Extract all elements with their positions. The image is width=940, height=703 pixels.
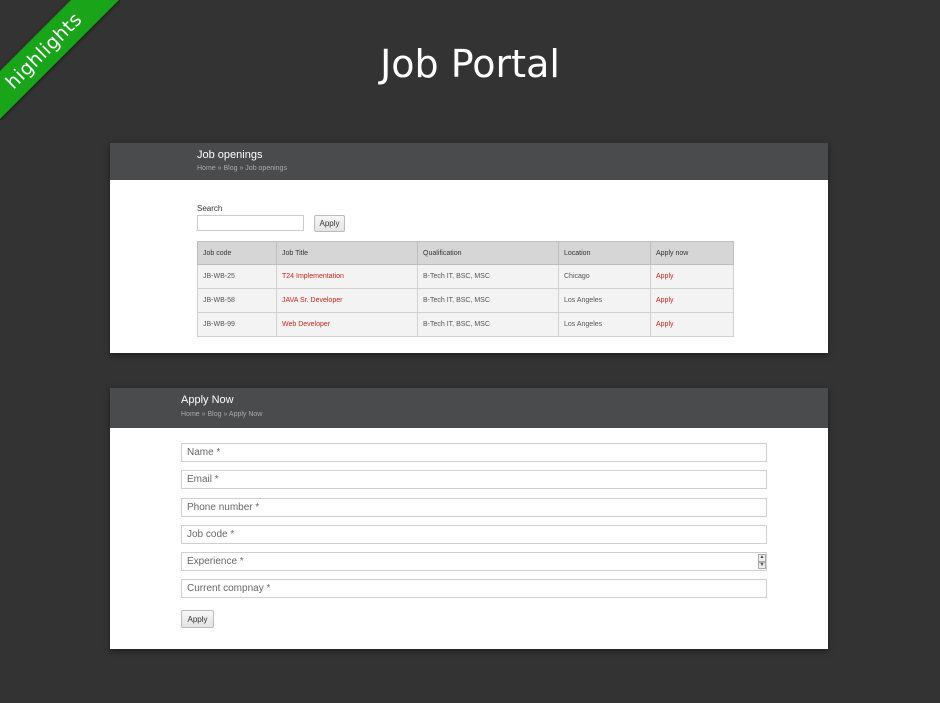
table-header-row: Job code Job Title Qualification Locatio… (197, 241, 734, 265)
breadcrumb-home[interactable]: Home (181, 411, 200, 418)
email-field[interactable]: Email * (181, 470, 767, 489)
header-job-code: Job code (197, 241, 277, 265)
apply-now-header: Apply Now Home » Blog » Apply Now (110, 388, 828, 428)
breadcrumb: Home » Blog » Apply Now (181, 411, 263, 418)
breadcrumb-blog[interactable]: Blog (223, 165, 237, 172)
stepper-up-icon[interactable]: ▲ (758, 554, 766, 562)
apply-link[interactable]: Apply (656, 273, 674, 280)
experience-placeholder: Experience * (187, 556, 244, 567)
experience-stepper[interactable]: ▲ ▼ (758, 554, 766, 569)
experience-field[interactable]: Experience * ▲ ▼ (181, 552, 767, 571)
job-code-cell: JB-WB-25 (197, 264, 277, 289)
job-title-cell: Web Developer (276, 312, 418, 337)
apply-cell: Apply (650, 312, 734, 337)
apply-link[interactable]: Apply (656, 321, 674, 328)
job-title-link[interactable]: Web Developer (282, 321, 330, 328)
header-location: Location (558, 241, 651, 265)
qualification-cell: B-Tech IT, BSC, MSC (417, 288, 559, 313)
job-title-cell: JAVA Sr. Developer (276, 288, 418, 313)
phone-field[interactable]: Phone number * (181, 498, 767, 517)
job-openings-title: Job openings (197, 149, 263, 161)
job-code-cell: JB-WB-99 (197, 312, 277, 337)
breadcrumb-home[interactable]: Home (197, 165, 216, 172)
breadcrumb-current: Apply Now (228, 411, 263, 418)
job-title-link[interactable]: JAVA Sr. Developer (282, 297, 342, 304)
job-code-field[interactable]: Job code * (181, 525, 767, 544)
job-openings-table: Job code Job Title Qualification Locatio… (197, 241, 734, 337)
search-label: Search (197, 204, 223, 213)
job-openings-card: Job openings Home » Blog » Job openings … (110, 143, 828, 353)
location-cell: Chicago (558, 264, 651, 289)
apply-submit-button[interactable]: Apply (181, 610, 214, 628)
breadcrumb: Home » Blog » Job openings (197, 165, 287, 172)
qualification-cell: B-Tech IT, BSC, MSC (417, 312, 559, 337)
header-apply-now: Apply now (650, 241, 734, 265)
job-title-cell: T24 Implementation (276, 264, 418, 289)
apply-now-card: Apply Now Home » Blog » Apply Now Name *… (110, 388, 828, 649)
stepper-down-icon[interactable]: ▼ (758, 561, 766, 569)
table-row: JB-WB-25 T24 Implementation B-Tech IT, B… (197, 264, 734, 289)
job-openings-header: Job openings Home » Blog » Job openings (110, 143, 828, 180)
apply-now-title: Apply Now (181, 394, 234, 406)
table-row: JB-WB-58 JAVA Sr. Developer B-Tech IT, B… (197, 288, 734, 313)
name-field[interactable]: Name * (181, 443, 767, 462)
breadcrumb-blog[interactable]: Blog (207, 411, 221, 418)
table-row: JB-WB-99 Web Developer B-Tech IT, BSC, M… (197, 312, 734, 337)
search-input[interactable] (197, 215, 304, 231)
job-code-cell: JB-WB-58 (197, 288, 277, 313)
qualification-cell: B-Tech IT, BSC, MSC (417, 264, 559, 289)
apply-cell: Apply (650, 288, 734, 313)
page-title: Job Portal (380, 42, 560, 86)
location-cell: Los Angeles (558, 312, 651, 337)
job-title-link[interactable]: T24 Implementation (282, 273, 344, 280)
header-qualification: Qualification (417, 241, 559, 265)
header-job-title: Job Title (276, 241, 418, 265)
location-cell: Los Angeles (558, 288, 651, 313)
apply-link[interactable]: Apply (656, 297, 674, 304)
apply-cell: Apply (650, 264, 734, 289)
current-company-field[interactable]: Current compnay * (181, 579, 767, 598)
breadcrumb-current: Job openings (245, 165, 287, 172)
search-apply-button[interactable]: Apply (314, 215, 345, 232)
